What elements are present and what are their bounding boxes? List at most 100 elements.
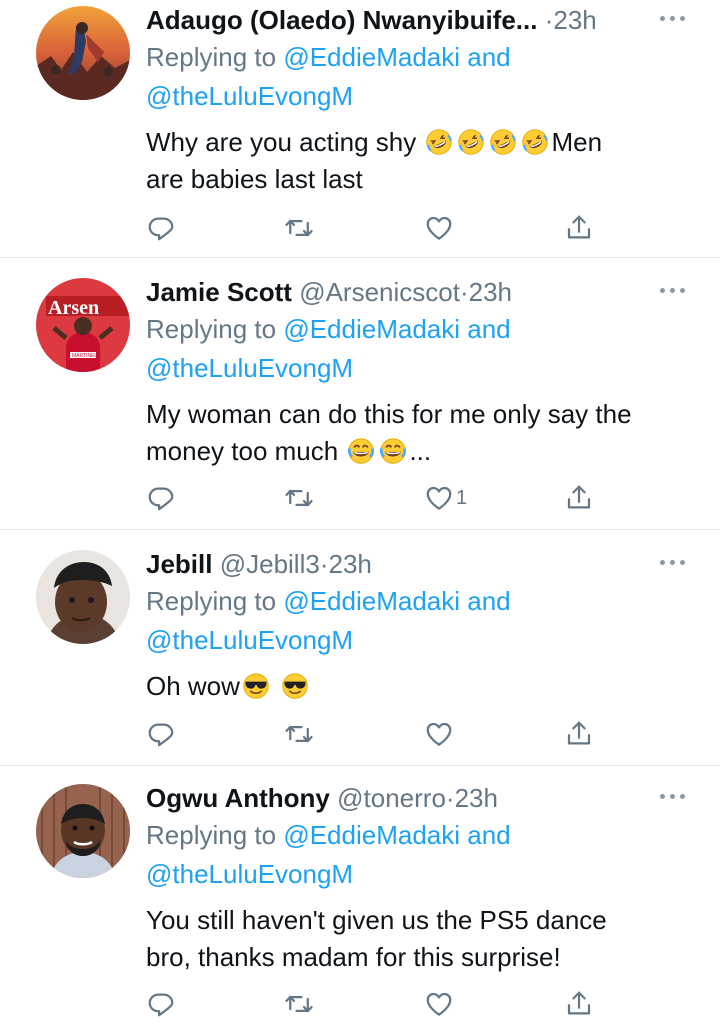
avatar[interactable] [36, 550, 130, 644]
like-button[interactable] [424, 210, 456, 246]
rolling-on-floor-laughing-emoji [521, 128, 549, 156]
replying-prefix: Replying to [146, 42, 284, 72]
tweet-text-part: ... [409, 436, 432, 466]
smiling-face-with-sunglasses-emoji [281, 672, 309, 700]
more-options-icon[interactable] [654, 786, 690, 806]
retweet-icon [284, 989, 314, 1019]
share-icon [564, 483, 594, 513]
like-button[interactable] [424, 986, 456, 1022]
tweet-actions [146, 210, 606, 246]
face-with-tears-of-joy-emoji [379, 437, 407, 465]
heart-icon [424, 213, 454, 243]
timestamp[interactable]: 23h [455, 783, 498, 813]
like-button[interactable] [424, 716, 456, 752]
tweet-header: Adaugo (Olaedo) Nwanyibuife... ·23h [146, 0, 640, 40]
tweet-text-part: My woman can do this for me only say the [146, 399, 632, 429]
reply-icon [146, 213, 176, 243]
mention-link[interactable]: @theLuluEvongM [146, 353, 353, 383]
retweet-icon [284, 719, 314, 749]
display-name[interactable]: Ogwu Anthony [146, 783, 330, 813]
separator-dot: · [445, 783, 455, 813]
user-handle[interactable]: @Jebill3 [220, 549, 320, 579]
share-icon [564, 213, 594, 243]
tweet[interactable]: Arsen MARTINELLI Jamie Scott @Arsenicsco… [0, 258, 720, 530]
replying-to: Replying to @EddieMadaki and @theLuluEvo… [146, 816, 680, 894]
avatar[interactable] [36, 6, 130, 100]
tweet-text: Oh wow [146, 668, 690, 705]
timestamp[interactable]: 23h [329, 549, 372, 579]
tweet-header: Jebill @Jebill3·23h [146, 544, 640, 584]
avatar-logo-text: Arsen [48, 297, 99, 319]
timestamp[interactable]: 23h [553, 5, 596, 35]
more-options-icon[interactable] [654, 8, 690, 28]
mention-link[interactable]: @theLuluEvongM [146, 859, 353, 889]
tweet[interactable]: Ogwu Anthony @tonerro·23h Replying to @E… [0, 766, 720, 1030]
retweet-button[interactable] [284, 986, 314, 1022]
tweet-text-part: You still haven't given us the PS5 dance [146, 905, 607, 935]
mention-and: and [460, 820, 511, 850]
tweet-text-part: Oh wow [146, 671, 240, 701]
reply-button[interactable] [146, 480, 176, 516]
avatar[interactable]: Arsen MARTINELLI [36, 278, 130, 372]
separator-dot: · [319, 549, 329, 579]
heart-icon [424, 483, 454, 513]
rolling-on-floor-laughing-emoji [425, 128, 453, 156]
like-button[interactable]: 1 [424, 480, 467, 516]
tweet[interactable]: Adaugo (Olaedo) Nwanyibuife... ·23h Repl… [0, 0, 720, 258]
replying-prefix: Replying to [146, 314, 284, 344]
share-button[interactable] [564, 986, 594, 1022]
share-button[interactable] [564, 210, 594, 246]
mention-and: and [460, 586, 511, 616]
tweet-text: My woman can do this for me only say the… [146, 396, 690, 470]
smiling-face-with-sunglasses-emoji [242, 672, 270, 700]
share-icon [564, 989, 594, 1019]
separator-dot: · [459, 277, 469, 307]
tweet-text-part: Men [551, 127, 603, 157]
retweet-button[interactable] [284, 480, 314, 516]
avatar[interactable] [36, 784, 130, 878]
tweet-text: Why are you acting shy Men are babies la… [146, 124, 690, 198]
mention-link[interactable]: @theLuluEvongM [146, 81, 353, 111]
mention-link[interactable]: @EddieMadaki [283, 820, 460, 850]
replying-to: Replying to @EddieMadaki and @theLuluEvo… [146, 38, 680, 116]
reply-button[interactable] [146, 986, 176, 1022]
reply-button[interactable] [146, 210, 176, 246]
tweet-actions [146, 986, 606, 1022]
retweet-button[interactable] [284, 210, 314, 246]
tweet-header: Jamie Scott @Arsenicscot·23h [146, 272, 640, 312]
tweet-text-part: are babies last last [146, 164, 363, 194]
timestamp[interactable]: 23h [469, 277, 512, 307]
reply-icon [146, 989, 176, 1019]
replying-to: Replying to @EddieMadaki and @theLuluEvo… [146, 310, 680, 388]
tweet-text-part: bro, thanks madam for this surprise! [146, 942, 561, 972]
user-handle[interactable]: @Arsenicscot [299, 277, 460, 307]
share-button[interactable] [564, 480, 594, 516]
replying-to: Replying to @EddieMadaki and @theLuluEvo… [146, 582, 680, 660]
tweet-actions [146, 716, 606, 752]
retweet-button[interactable] [284, 716, 314, 752]
reply-feed: Adaugo (Olaedo) Nwanyibuife... ·23h Repl… [0, 0, 720, 1030]
reply-icon [146, 483, 176, 513]
tweet-text-part: money too much [146, 436, 339, 466]
rolling-on-floor-laughing-emoji [457, 128, 485, 156]
mention-and: and [460, 314, 511, 344]
tweet-text: You still haven't given us the PS5 dance… [146, 902, 690, 976]
retweet-icon [284, 213, 314, 243]
reply-button[interactable] [146, 716, 176, 752]
display-name[interactable]: Jebill [146, 549, 212, 579]
display-name[interactable]: Jamie Scott [146, 277, 292, 307]
more-options-icon[interactable] [654, 552, 690, 572]
mention-link[interactable]: @EddieMadaki [283, 586, 460, 616]
share-button[interactable] [564, 716, 594, 752]
rolling-on-floor-laughing-emoji [489, 128, 517, 156]
mention-link[interactable]: @EddieMadaki [283, 314, 460, 344]
tweet-header: Ogwu Anthony @tonerro·23h [146, 778, 640, 818]
tweet[interactable]: Jebill @Jebill3·23h Replying to @EddieMa… [0, 530, 720, 766]
more-options-icon[interactable] [654, 280, 690, 300]
face-with-tears-of-joy-emoji [347, 437, 375, 465]
mention-link[interactable]: @EddieMadaki [283, 42, 460, 72]
display-name[interactable]: Adaugo (Olaedo) Nwanyibuife... [146, 5, 537, 35]
replying-prefix: Replying to [146, 586, 284, 616]
user-handle[interactable]: @tonerro [337, 783, 446, 813]
mention-link[interactable]: @theLuluEvongM [146, 625, 353, 655]
